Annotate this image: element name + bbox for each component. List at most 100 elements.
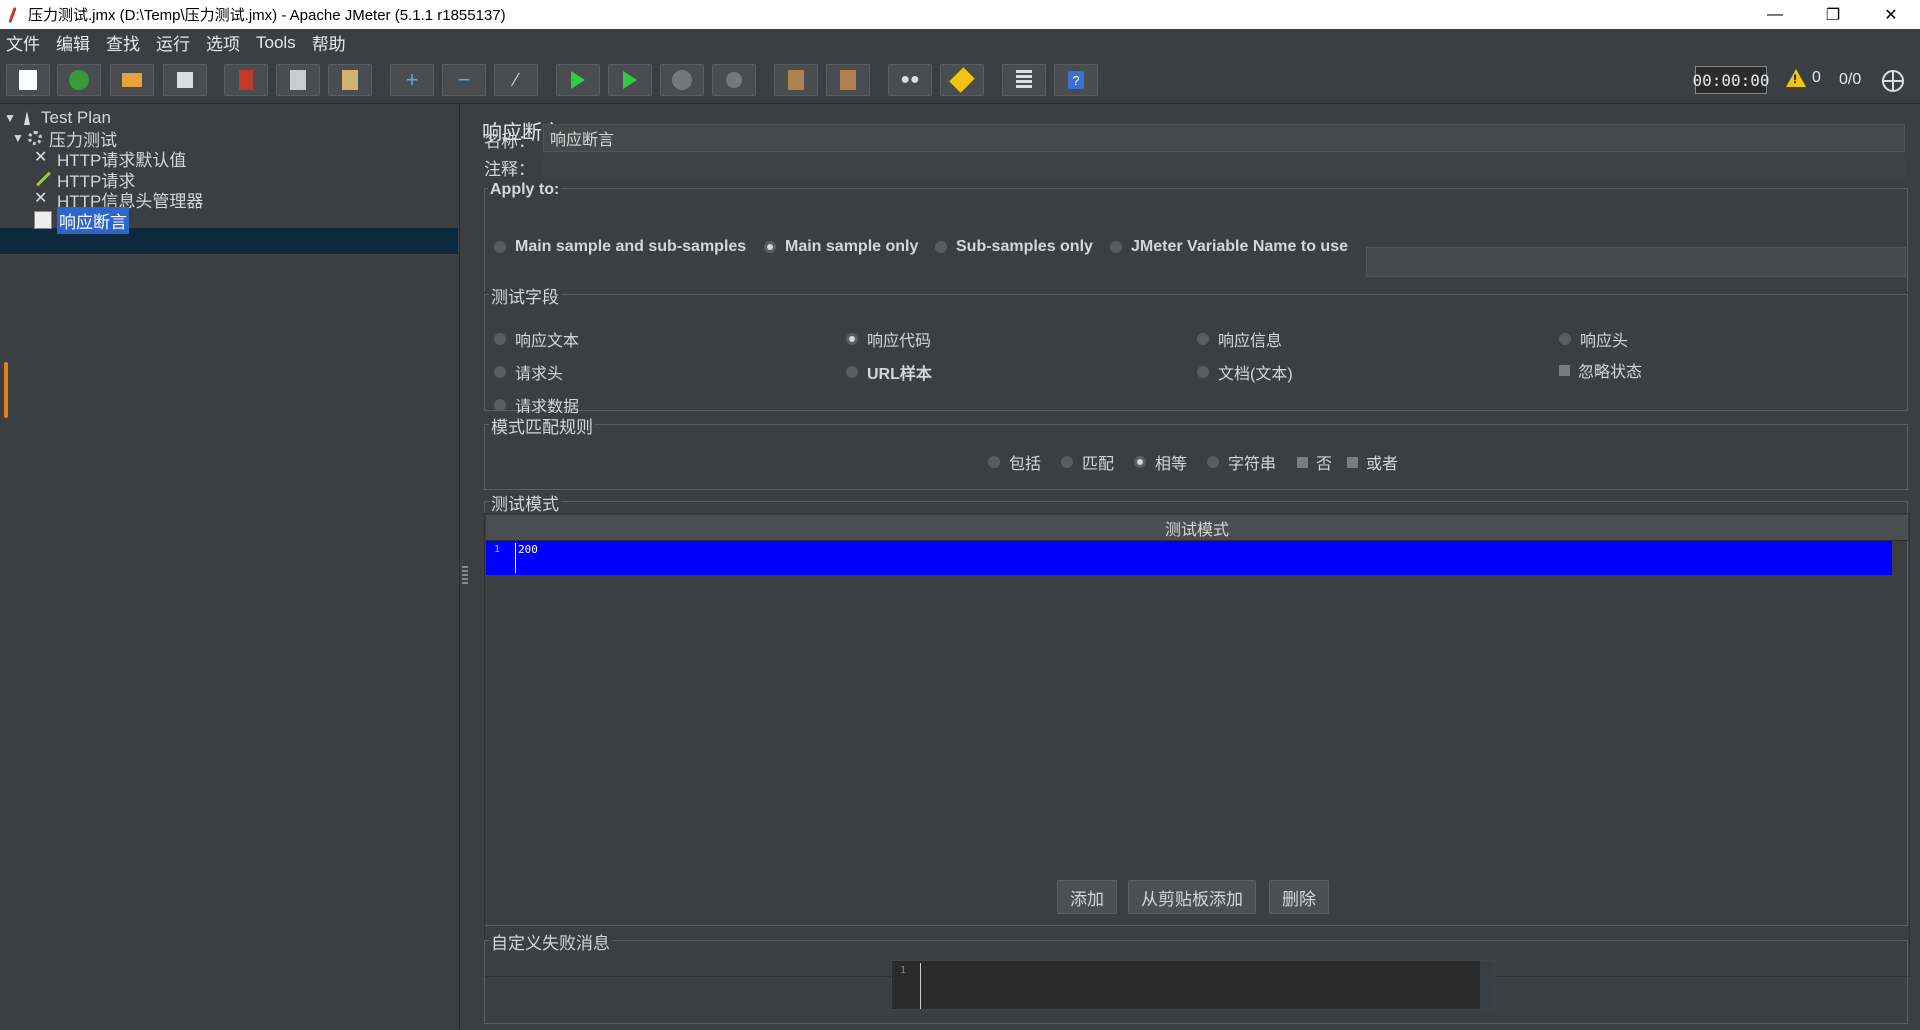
radio-label: 相等 (1155, 456, 1188, 473)
ignore-status-checkbox[interactable]: 忽略状态 (1559, 358, 1642, 382)
clear-all-button[interactable] (826, 64, 870, 96)
menu-file[interactable]: 文件 (6, 30, 40, 55)
checkbox-label: 否 (1316, 456, 1333, 473)
warning-indicator[interactable]: 0 (1786, 69, 1821, 87)
test-plan-icon (18, 109, 36, 127)
line-number: 1 (900, 965, 907, 976)
new-button[interactable] (6, 64, 50, 96)
pattern-row[interactable]: 1 200 (486, 541, 1892, 575)
expand-all-button[interactable]: + (390, 64, 434, 96)
radio-icon (494, 241, 506, 253)
checkbox-label: 忽略状态 (1578, 364, 1643, 381)
menu-search[interactable]: 查找 (106, 30, 140, 55)
reset-search-button[interactable] (940, 64, 984, 96)
pattern-value[interactable]: 200 (518, 543, 538, 556)
menu-tools[interactable]: Tools (256, 33, 296, 53)
field-document-radio[interactable]: 文档(文本) (1197, 360, 1293, 384)
patterns-column-header[interactable]: 测试模式 (486, 515, 1908, 541)
radio-label: 包括 (1009, 456, 1042, 473)
jmeter-feather-icon (6, 6, 20, 24)
radio-icon (988, 456, 1000, 468)
pattern-rules-group: 模式匹配规则 (484, 413, 1908, 490)
rule-substring-radio[interactable]: 字符串 (1207, 450, 1276, 474)
radio-icon (1110, 241, 1122, 253)
apply-variable-radio[interactable]: JMeter Variable Name to use (1110, 238, 1348, 256)
clear-button[interactable] (774, 64, 818, 96)
close-button[interactable]: ✕ (1862, 0, 1920, 29)
rule-equals-radio[interactable]: 相等 (1134, 450, 1187, 474)
tree-item-response-assertion[interactable]: 响应断言 (34, 206, 129, 234)
open-button[interactable] (110, 64, 154, 96)
expand-arrow-icon[interactable]: ▼ (4, 111, 18, 125)
radio-icon (1197, 366, 1209, 378)
rule-not-checkbox[interactable]: 否 (1297, 450, 1332, 474)
rule-or-checkbox[interactable]: 或者 (1347, 450, 1398, 474)
config-element-icon: ✕ (34, 149, 48, 166)
stop-button[interactable] (660, 64, 704, 96)
name-label: 名称： (484, 132, 535, 151)
minimize-button[interactable]: — (1746, 0, 1804, 29)
menu-help[interactable]: 帮助 (312, 30, 346, 55)
collapse-all-button[interactable]: − (442, 64, 486, 96)
function-helper-button[interactable] (1002, 64, 1046, 96)
menu-options[interactable]: 选项 (206, 30, 240, 55)
shutdown-button[interactable] (712, 64, 756, 96)
apply-to-legend: Apply to: (488, 181, 562, 199)
menu-run[interactable]: 运行 (156, 30, 190, 55)
apply-main-only-radio[interactable]: Main sample only (764, 238, 918, 256)
toggle-icon: ⁄ (514, 69, 518, 90)
editor-scrollbar[interactable] (1480, 961, 1494, 1009)
field-response-code-radio[interactable]: 响应代码 (846, 327, 931, 351)
rule-matches-radio[interactable]: 匹配 (1061, 450, 1114, 474)
clear-all-icon (840, 70, 856, 90)
add-button[interactable]: 添加 (1057, 880, 1117, 914)
rule-contains-radio[interactable]: 包括 (988, 450, 1041, 474)
templates-icon (69, 70, 89, 90)
apply-main-and-sub-radio[interactable]: Main sample and sub-samples (494, 238, 746, 256)
splitter-grip-icon (462, 566, 468, 584)
radio-label: 文档(文本) (1218, 366, 1293, 383)
field-url-radio[interactable]: URL样本 (846, 360, 932, 384)
help-button[interactable]: ? (1054, 64, 1098, 96)
shutdown-icon (726, 72, 742, 88)
cut-button[interactable] (224, 64, 268, 96)
templates-button[interactable] (57, 64, 101, 96)
search-icon: ●● (900, 71, 920, 88)
apply-sub-only-radio[interactable]: Sub-samples only (935, 238, 1093, 256)
menu-edit[interactable]: 编辑 (56, 30, 90, 55)
variable-name-input[interactable] (1366, 247, 1906, 277)
maximize-button[interactable]: ❐ (1804, 0, 1862, 29)
copy-button[interactable] (276, 64, 320, 96)
new-icon (19, 70, 37, 90)
clear-icon (788, 70, 804, 90)
radio-label: 字符串 (1228, 456, 1277, 473)
name-field[interactable]: 响应断言 (543, 124, 1905, 152)
paste-button[interactable] (328, 64, 372, 96)
menu-bar: 文件 编辑 查找 运行 选项 Tools 帮助 (0, 29, 1920, 56)
radio-icon (935, 241, 947, 253)
radio-icon (494, 333, 506, 345)
test-field-group: 测试字段 (484, 283, 1908, 411)
failure-message-editor[interactable]: 1 (891, 960, 1495, 1010)
field-request-headers-radio[interactable]: 请求头 (494, 360, 563, 384)
remote-globe-icon[interactable] (1882, 70, 1904, 92)
expand-arrow-icon[interactable]: ▼ (12, 131, 26, 145)
toggle-button[interactable]: ⁄ (494, 64, 538, 96)
add-from-clipboard-button[interactable]: 从剪贴板添加 (1128, 880, 1256, 914)
start-no-pauses-button[interactable] (608, 64, 652, 96)
comment-field[interactable] (543, 153, 1905, 179)
field-response-text-radio[interactable]: 响应文本 (494, 327, 579, 351)
search-button[interactable]: ●● (888, 64, 932, 96)
start-button[interactable] (556, 64, 600, 96)
pane-splitter[interactable] (460, 104, 470, 1030)
test-plan-tree: ▼ Test Plan ▼ 压力测试 ✕ HTTP请求默认值 HTTP请求 ✕ … (0, 104, 460, 1030)
radio-selected-icon (846, 333, 858, 345)
warning-icon (1786, 69, 1806, 87)
save-button[interactable] (163, 64, 207, 96)
field-response-headers-radio[interactable]: 响应头 (1559, 327, 1628, 351)
field-response-message-radio[interactable]: 响应信息 (1197, 327, 1282, 351)
patterns-legend: 测试模式 (489, 490, 561, 515)
delete-button[interactable]: 删除 (1269, 880, 1329, 914)
title-bar: 压力测试.jmx (D:\Temp\压力测试.jmx) - Apache JMe… (0, 0, 1920, 29)
toolbar: + − ⁄ ●● ? 00:00:00 0 0/0 (0, 56, 1920, 104)
